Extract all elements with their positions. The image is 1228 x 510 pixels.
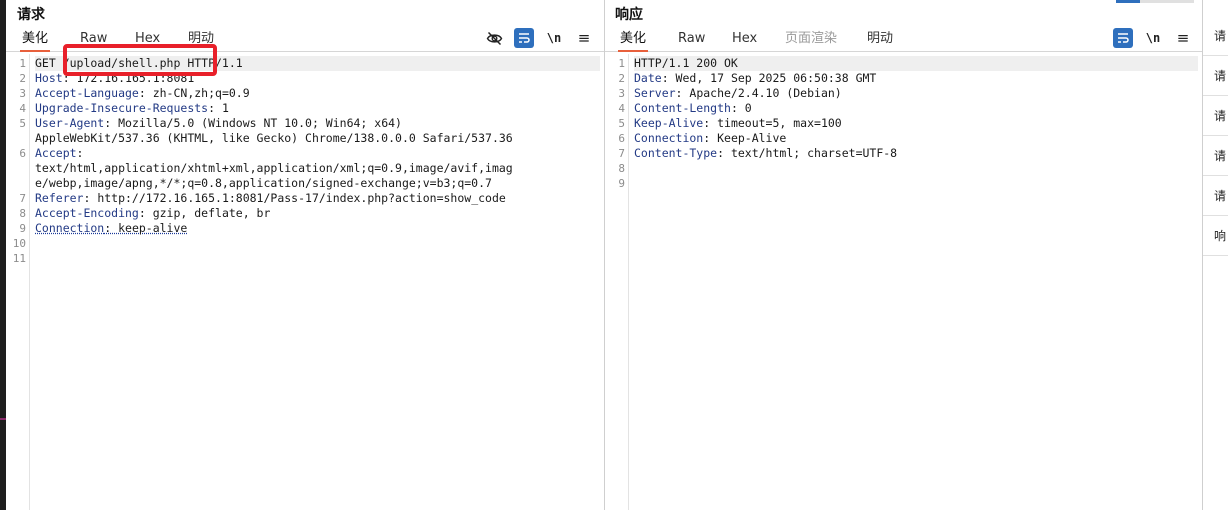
header-value: : Keep-Alive xyxy=(703,131,787,145)
response-editor[interactable]: 1 HTTP/1.1 200 OK 2 Date: Wed, 17 Sep 2025 … xyxy=(605,54,1202,510)
header-name: Accept-Language xyxy=(35,86,139,100)
line-number: 3 xyxy=(618,87,625,100)
request-title: 请求 xyxy=(17,7,45,23)
response-pane: 响应 美化 Raw Hex 页面渲染 明动 \n ≡ 1 HTTP/1.1 200… xyxy=(605,0,1202,510)
line-number: 9 xyxy=(618,177,625,190)
code-line[interactable]: e/webp,image/apng,*/*;q=0.8,application/… xyxy=(35,176,600,191)
header-value: : text/html; charset=UTF-8 xyxy=(717,146,898,160)
header-value: : timeout=5, max=100 xyxy=(703,116,842,130)
newline-toggle-icon[interactable]: \n xyxy=(544,28,564,48)
line-number: 4 xyxy=(19,102,26,115)
header-name: Accept-Encoding xyxy=(35,206,139,220)
line-number: 8 xyxy=(19,207,26,220)
code-line[interactable]: Accept-Language: zh-CN,zh;q=0.9 xyxy=(35,86,600,101)
code-line[interactable]: Connection: keep-alive xyxy=(35,221,600,236)
line-number: 5 xyxy=(618,117,625,130)
header-value: : 1 xyxy=(208,101,229,115)
response-tabs: 美化 Raw Hex 页面渲染 明动 \n ≡ xyxy=(605,28,1202,52)
header-value: : Mozilla/5.0 (Windows NT 10.0; Win64; x… xyxy=(104,116,402,130)
header-value: : Apache/2.4.10 (Debian) xyxy=(675,86,842,100)
line-number: 2 xyxy=(618,72,625,85)
wrap-lines-icon[interactable] xyxy=(1113,28,1133,48)
hide-eye-icon[interactable] xyxy=(484,28,504,48)
code-line[interactable]: Content-Type: text/html; charset=UTF-8 xyxy=(634,146,1198,161)
header-value: : gzip, deflate, br xyxy=(138,206,271,220)
header-value: e/webp,image/apng,*/*;q=0.8,application/… xyxy=(35,176,492,190)
sidebar-item[interactable]: 请 xyxy=(1203,136,1228,176)
line-number: 1 xyxy=(618,57,625,70)
header-value: text/html,application/xhtml+xml,applicat… xyxy=(35,161,513,175)
header-value: : http://172.16.165.1:8081/Pass-17/index… xyxy=(83,191,506,205)
top-scroll-indicator[interactable] xyxy=(1116,0,1194,3)
header-name: Connection xyxy=(634,131,704,145)
header-name: Accept xyxy=(35,146,77,160)
response-tab-render[interactable]: 页面渲染 xyxy=(783,30,839,52)
header-value: : 0 xyxy=(730,101,752,115)
header-name: Server xyxy=(634,86,676,100)
code-line[interactable]: Server: Apache/2.4.10 (Debian) xyxy=(634,86,1198,101)
top-scroll-thumb[interactable] xyxy=(1116,0,1140,3)
line-number: 1 xyxy=(19,57,26,70)
response-tab-raw[interactable]: Raw xyxy=(676,30,707,52)
header-name: User-Agent xyxy=(35,116,105,130)
line-number: 9 xyxy=(19,222,26,235)
line-number: 2 xyxy=(19,72,26,85)
code-line[interactable]: HTTP/1.1 200 OK xyxy=(634,56,1198,71)
sidebar-item[interactable]: 请 xyxy=(1203,176,1228,216)
sidebar-item[interactable]: 响 xyxy=(1203,216,1228,256)
header-name: Host xyxy=(35,71,63,85)
line-number: 4 xyxy=(618,102,625,115)
code-line[interactable]: Keep-Alive: timeout=5, max=100 xyxy=(634,116,1198,131)
newline-toggle-icon[interactable]: \n xyxy=(1143,28,1163,48)
sidebar-item[interactable]: 请 xyxy=(1203,16,1228,56)
sidebar-item[interactable]: 请 xyxy=(1203,96,1228,136)
code-line[interactable]: Accept: xyxy=(35,146,600,161)
header-name: Date xyxy=(634,71,662,85)
menu-icon[interactable]: ≡ xyxy=(1173,28,1193,48)
code-line[interactable]: text/html,application/xhtml+xml,applicat… xyxy=(35,161,600,176)
request-pane: 请求 美化 Raw Hex 明动 \n ≡ 1 GET /upload/shell… xyxy=(6,0,604,510)
line-number: 5 xyxy=(19,117,26,130)
http-editor-window: 请求 美化 Raw Hex 明动 \n ≡ 1 GET /upload/shell… xyxy=(0,0,1228,510)
header-value: HTTP/1.1 200 OK xyxy=(634,56,738,70)
header-name: Content-Type xyxy=(634,146,718,160)
sidebar-item[interactable]: 请 xyxy=(1203,56,1228,96)
response-tab-pretty[interactable]: 美化 xyxy=(618,30,649,52)
response-tab-inspector[interactable]: 明动 xyxy=(865,30,895,52)
code-line[interactable]: Accept-Encoding: gzip, deflate, br xyxy=(35,206,600,221)
request-tab-pretty[interactable]: 美化 xyxy=(20,30,51,52)
code-line[interactable]: Content-Length: 0 xyxy=(634,101,1198,116)
code-line[interactable]: Referer: http://172.16.165.1:8081/Pass-1… xyxy=(35,191,600,206)
header-name: Referer xyxy=(35,191,84,205)
line-number: 10 xyxy=(12,237,26,250)
code-line[interactable]: Connection: Keep-Alive xyxy=(634,131,1198,146)
line-number: 8 xyxy=(618,162,625,175)
inspector-sidebar: 请 请 请 请 请 响 xyxy=(1203,0,1228,510)
line-number: 3 xyxy=(19,87,26,100)
header-value: : zh-CN,zh;q=0.9 xyxy=(138,86,250,100)
code-line[interactable]: User-Agent: Mozilla/5.0 (Windows NT 10.0… xyxy=(35,116,600,131)
menu-icon[interactable]: ≡ xyxy=(574,28,594,48)
response-tab-hex[interactable]: Hex xyxy=(730,30,759,52)
line-number: 6 xyxy=(19,147,26,160)
line-number: 7 xyxy=(618,147,625,160)
code-line[interactable]: AppleWebKit/537.36 (KHTML, like Gecko) C… xyxy=(35,131,600,146)
code-line[interactable]: Date: Wed, 17 Sep 2025 06:50:38 GMT xyxy=(634,71,1198,86)
wrap-lines-icon[interactable] xyxy=(514,28,534,48)
annotation-highlight-box xyxy=(63,44,217,76)
request-editor[interactable]: 1 GET /upload/shell.php HTTP/1.1 2 Host: 17… xyxy=(6,54,604,510)
header-name: Connection xyxy=(35,221,105,235)
header-value: AppleWebKit/537.36 (KHTML, like Gecko) C… xyxy=(35,131,513,145)
header-value: : xyxy=(76,146,84,160)
line-number: 7 xyxy=(19,192,26,205)
code-line[interactable]: Upgrade-Insecure-Requests: 1 xyxy=(35,101,600,116)
header-value: : Wed, 17 Sep 2025 06:50:38 GMT xyxy=(661,71,877,85)
line-number: 6 xyxy=(618,132,625,145)
header-name: Content-Length xyxy=(634,101,731,115)
header-name: Keep-Alive xyxy=(634,116,704,130)
header-name: Upgrade-Insecure-Requests xyxy=(35,101,209,115)
header-value: : keep-alive xyxy=(104,221,188,235)
response-title: 响应 xyxy=(615,7,643,23)
line-number: 11 xyxy=(12,252,26,265)
